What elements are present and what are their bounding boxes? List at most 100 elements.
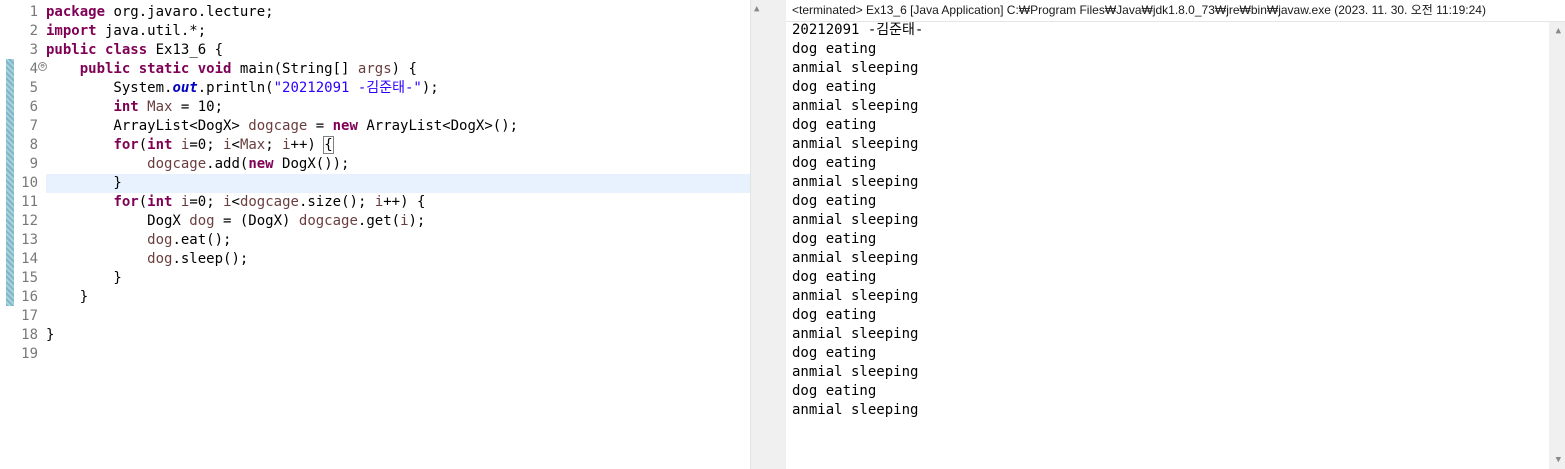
console-launch-description: <terminated> Ex13_6 [Java Application] C… bbox=[786, 0, 1565, 22]
code-token: dog bbox=[147, 251, 173, 267]
code-token: new bbox=[332, 118, 358, 134]
console-output-line: dog eating bbox=[792, 307, 877, 323]
editor-scroll-up-icon[interactable]: ▲ bbox=[754, 4, 759, 14]
code-line: package org.javaro.lecture; bbox=[46, 3, 274, 22]
code-token: i bbox=[282, 137, 291, 153]
code-token: new bbox=[248, 156, 274, 172]
line-number: 2 bbox=[29, 23, 38, 39]
code-token: .sleep(); bbox=[172, 251, 249, 267]
code-token: = 10; bbox=[172, 99, 224, 115]
console-output-line: anmial sleeping bbox=[792, 326, 919, 342]
code-token: ++) { bbox=[383, 194, 426, 210]
code-line: } bbox=[46, 288, 88, 307]
pane-divider[interactable] bbox=[766, 0, 786, 469]
code-token: .get( bbox=[357, 213, 401, 229]
code-line: } bbox=[46, 174, 121, 193]
code-token: package bbox=[46, 4, 106, 20]
code-line: ArrayList<DogX> dogcage = new ArrayList<… bbox=[46, 117, 518, 136]
code-token: Ex13_6 { bbox=[147, 42, 224, 58]
code-token: int bbox=[147, 137, 173, 153]
console-output[interactable]: 20212091 -김준태-dog eating anmial sleeping d… bbox=[792, 21, 923, 420]
code-token: ( bbox=[138, 137, 148, 153]
code-token: =0; bbox=[189, 137, 224, 153]
code-token: ArrayList<DogX>(); bbox=[357, 118, 519, 134]
code-token: } bbox=[46, 270, 122, 286]
code-token: dog bbox=[147, 232, 173, 248]
code-token: .println( bbox=[197, 80, 274, 96]
console-output-line: dog eating bbox=[792, 155, 877, 171]
line-number: 15 bbox=[21, 270, 38, 286]
console-view[interactable]: <terminated> Ex13_6 [Java Application] C… bbox=[786, 0, 1565, 469]
console-vertical-scrollbar[interactable] bbox=[1549, 22, 1565, 469]
console-output-line: anmial sleeping bbox=[792, 136, 919, 152]
code-token: < bbox=[231, 137, 240, 153]
code-token: for bbox=[113, 137, 139, 153]
code-token: System. bbox=[46, 80, 173, 96]
code-token: int bbox=[113, 99, 139, 115]
code-editor[interactable]: 1 2 3 4 5 6 7 8 9 10 11 12 13 14 15 16 17 18 19 ⊖ package … bbox=[0, 0, 767, 469]
console-output-line: dog eating bbox=[792, 345, 877, 361]
line-number: 19 bbox=[21, 346, 38, 362]
line-number: 17 bbox=[21, 308, 38, 324]
console-output-line: anmial sleeping bbox=[792, 250, 919, 266]
console-output-line: anmial sleeping bbox=[792, 60, 919, 76]
code-token: ); bbox=[408, 213, 426, 229]
console-output-line: anmial sleeping bbox=[792, 402, 919, 418]
code-token: DogX bbox=[46, 213, 190, 229]
code-line: } bbox=[46, 326, 54, 345]
code-token: ; bbox=[265, 137, 283, 153]
line-number: 16 bbox=[21, 289, 38, 305]
code-token: = (DogX) bbox=[214, 213, 299, 229]
code-token: out bbox=[172, 80, 198, 96]
console-output-line: dog eating bbox=[792, 269, 877, 285]
code-line: public class Ex13_6 { bbox=[46, 41, 223, 60]
console-scroll-down-icon[interactable]: ▼ bbox=[1556, 455, 1561, 465]
code-token: ++) bbox=[290, 137, 325, 153]
code-token: dogcage bbox=[147, 156, 207, 172]
line-number: 1 bbox=[29, 4, 38, 20]
line-number: 9 bbox=[29, 156, 38, 172]
code-token: org.javaro.lecture; bbox=[105, 4, 274, 20]
code-token: dogcage bbox=[298, 213, 358, 229]
code-token: class bbox=[105, 42, 148, 58]
code-token: void bbox=[197, 61, 232, 77]
code-token: < bbox=[231, 194, 240, 210]
code-token: dogcage bbox=[239, 194, 299, 210]
code-text-area[interactable]: package org.javaro.lecture; import java.u… bbox=[46, 0, 750, 469]
editor-vertical-scrollbar[interactable] bbox=[750, 0, 767, 469]
code-token: Max bbox=[239, 137, 266, 153]
console-output-line: dog eating bbox=[792, 383, 877, 399]
code-token: .eat(); bbox=[172, 232, 232, 248]
console-output-line: dog eating bbox=[792, 193, 877, 209]
code-token: args bbox=[357, 61, 392, 77]
code-token: } bbox=[46, 289, 89, 305]
code-token: DogX()); bbox=[273, 156, 350, 172]
console-output-line: dog eating bbox=[792, 117, 877, 133]
quick-diff-change-bar bbox=[6, 59, 14, 306]
console-output-line: dog eating bbox=[792, 41, 877, 57]
code-line: System.out.println("20212091 -김준태-"); bbox=[46, 79, 438, 98]
code-token: public bbox=[79, 61, 131, 77]
code-token: dog bbox=[189, 213, 215, 229]
code-line: for(int i=0; i<Max; i++) { bbox=[46, 136, 334, 155]
code-token: public bbox=[46, 42, 97, 58]
code-token: } bbox=[46, 327, 55, 343]
console-scroll-up-icon[interactable]: ▲ bbox=[1556, 26, 1561, 36]
code-token: = bbox=[307, 118, 333, 134]
code-token: java.util.*; bbox=[96, 23, 207, 39]
code-token: static bbox=[138, 61, 190, 77]
line-number: 3 bbox=[29, 42, 38, 58]
line-number: 12 bbox=[21, 213, 38, 229]
code-line: for(int i=0; i<dogcage.size(); i++) { bbox=[46, 193, 425, 212]
